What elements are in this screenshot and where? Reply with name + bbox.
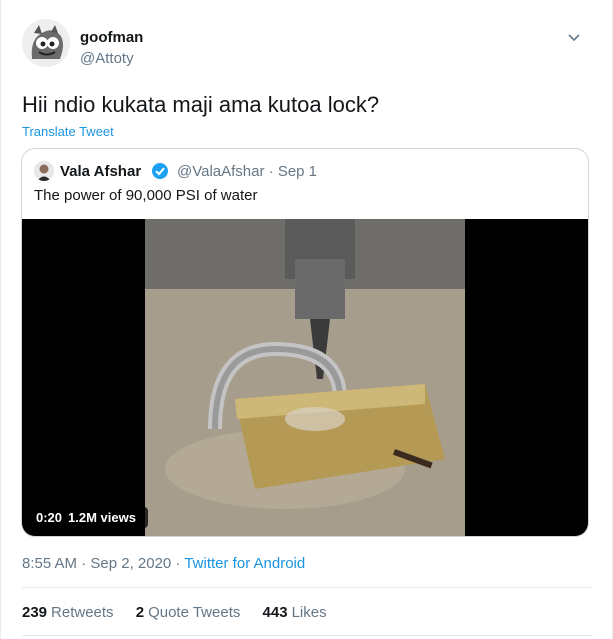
- quoted-handle-date: @ValaAfshar · Sep 1: [177, 163, 318, 180]
- tweet-header: goofman @Attoty: [22, 19, 582, 75]
- divider: [22, 587, 592, 588]
- tweet-stats: 239 Retweets 2 Quote Tweets 443 Likes: [22, 604, 345, 621]
- retweets-stat[interactable]: 239 Retweets: [22, 604, 114, 621]
- author-name[interactable]: goofman: [80, 29, 143, 46]
- video-views: 1.2M views: [68, 510, 136, 525]
- retweets-count: 239: [22, 604, 48, 621]
- quote-tweets-label: Quote Tweets: [148, 604, 241, 621]
- quote-tweets-count: 2: [135, 604, 145, 621]
- timestamp-separator: ·: [171, 555, 185, 572]
- retweets-label: Retweets: [51, 604, 114, 621]
- quoted-author-name: Vala Afshar: [60, 163, 142, 180]
- likes-stat[interactable]: 443 Likes: [263, 604, 327, 621]
- author-avatar[interactable]: [22, 19, 70, 67]
- tweet-text: Hii ndio kukata maji ama kutoa lock?: [22, 92, 380, 117]
- tweet-card: goofman @Attoty Hii ndio kukata maji ama…: [0, 0, 613, 639]
- tweet-source[interactable]: Twitter for Android: [184, 555, 305, 572]
- video-thumbnail: [145, 219, 465, 536]
- quoted-author-avatar: [34, 161, 54, 181]
- chevron-down-icon[interactable]: [566, 29, 582, 45]
- tweet-timestamp-line: 8:55 AM · Sep 2, 2020 · Twitter for Andr…: [22, 555, 305, 572]
- verified-badge-icon: [151, 162, 169, 180]
- quoted-tweet-header: Vala Afshar @ValaAfshar · Sep 1: [34, 161, 574, 181]
- video-duration: 0:20: [36, 510, 63, 525]
- quoted-tweet-text: The power of 90,000 PSI of water: [34, 187, 258, 204]
- likes-label: Likes: [291, 604, 327, 621]
- divider: [22, 635, 592, 636]
- quote-tweets-stat[interactable]: 2 Quote Tweets: [136, 604, 241, 621]
- video-stats-badge: 0:20 1.2M views: [30, 507, 148, 528]
- quoted-tweet[interactable]: Vala Afshar @ValaAfshar · Sep 1 The powe…: [21, 148, 589, 537]
- tweet-timestamp[interactable]: 8:55 AM · Sep 2, 2020: [22, 555, 171, 572]
- translate-tweet-link[interactable]: Translate Tweet: [22, 124, 114, 139]
- likes-count: 443: [262, 604, 288, 621]
- video-player[interactable]: 0:20 1.2M views: [22, 219, 588, 536]
- author-handle[interactable]: @Attoty: [80, 50, 134, 67]
